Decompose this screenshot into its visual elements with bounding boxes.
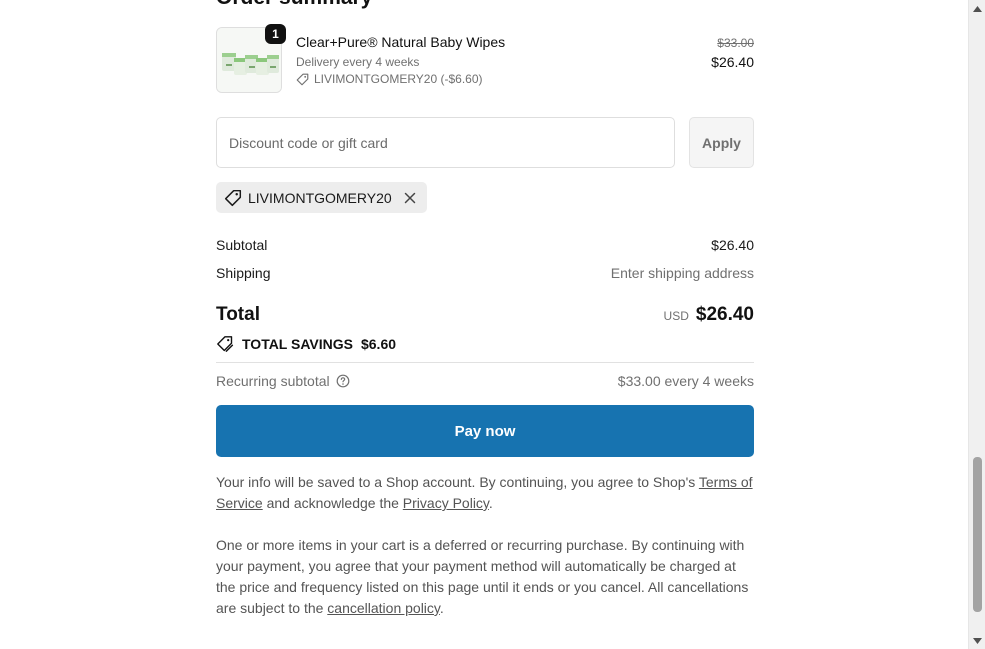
recurring-subtotal-label: Recurring subtotal (216, 373, 330, 389)
apply-discount-button[interactable]: Apply (689, 117, 754, 168)
tags-icon (217, 336, 234, 352)
subtotal-label: Subtotal (216, 237, 268, 253)
savings-value: $6.60 (360, 336, 397, 352)
pay-now-button[interactable]: Pay now (216, 405, 754, 457)
scroll-up-button[interactable] (969, 0, 985, 17)
total-label: Total (216, 304, 260, 325)
shop-account-notice: Your info will be saved to a Shop accoun… (216, 472, 754, 514)
recurring-notice-text: One or more items in your cart is a defe… (216, 537, 749, 616)
shipping-label: Shipping (216, 265, 271, 281)
subtotal-row: Subtotal $26.40 (216, 237, 754, 253)
original-price: $33.00 (717, 36, 754, 50)
total-value: $26.40 (695, 304, 754, 325)
discount-code-input[interactable] (216, 117, 675, 168)
shop-notice-text: Your info will be saved to a Shop accoun… (216, 474, 696, 490)
privacy-policy-link[interactable]: Privacy Policy (403, 495, 489, 511)
order-summary-title: Order summary (216, 0, 372, 10)
close-icon (404, 192, 415, 203)
summary-divider (216, 362, 754, 363)
recurring-purchase-notice: One or more items in your cart is a defe… (216, 535, 754, 619)
recurring-notice-period: . (439, 600, 444, 616)
triangle-down-icon (973, 637, 982, 644)
scrollbar-thumb[interactable] (973, 457, 982, 612)
remove-discount-button[interactable] (402, 190, 418, 206)
currency-code: USD (663, 309, 689, 323)
applied-discount-chip: LIVIMONTGOMERY20 (216, 182, 427, 213)
triangle-up-icon (973, 5, 982, 12)
total-savings: TOTAL SAVINGS $6.60 (216, 335, 396, 353)
scroll-down-button[interactable] (969, 632, 985, 649)
shipping-row: Shipping Enter shipping address (216, 265, 754, 281)
recurring-subtotal-label-group: Recurring subtotal (216, 373, 350, 389)
product-line-item: 1 Clear+Pure® Natural Baby Wipes Deliver… (216, 24, 754, 93)
tag-icon (224, 189, 242, 206)
applied-discount-code: LIVIMONTGOMERY20 (248, 189, 392, 206)
quantity-badge: 1 (265, 24, 286, 44)
current-price: $26.40 (711, 54, 754, 70)
product-discount-line: LIVIMONTGOMERY20 (-$6.60) (296, 72, 483, 86)
total-row: Total USD $26.40 (216, 304, 754, 326)
tag-icon (296, 73, 309, 85)
product-delivery-frequency: Delivery every 4 weeks (296, 55, 420, 69)
recurring-subtotal-value: $33.00 every 4 weeks (617, 373, 754, 389)
shop-notice-text-2: and acknowledge the (266, 495, 399, 511)
shop-notice-period: . (488, 495, 493, 511)
product-name: Clear+Pure® Natural Baby Wipes (296, 34, 506, 50)
savings-label: TOTAL SAVINGS (242, 336, 353, 352)
total-amount: USD $26.40 (664, 304, 754, 326)
recurring-subtotal-row: Recurring subtotal $33.00 every 4 weeks (216, 373, 754, 389)
page-scrollbar[interactable] (968, 0, 985, 649)
help-icon[interactable] (336, 374, 350, 388)
cancellation-policy-link[interactable]: cancellation policy (327, 600, 440, 616)
shipping-value: Enter shipping address (610, 265, 754, 281)
subtotal-value: $26.40 (711, 237, 754, 253)
product-discount-text: LIVIMONTGOMERY20 (-$6.60) (314, 72, 483, 86)
